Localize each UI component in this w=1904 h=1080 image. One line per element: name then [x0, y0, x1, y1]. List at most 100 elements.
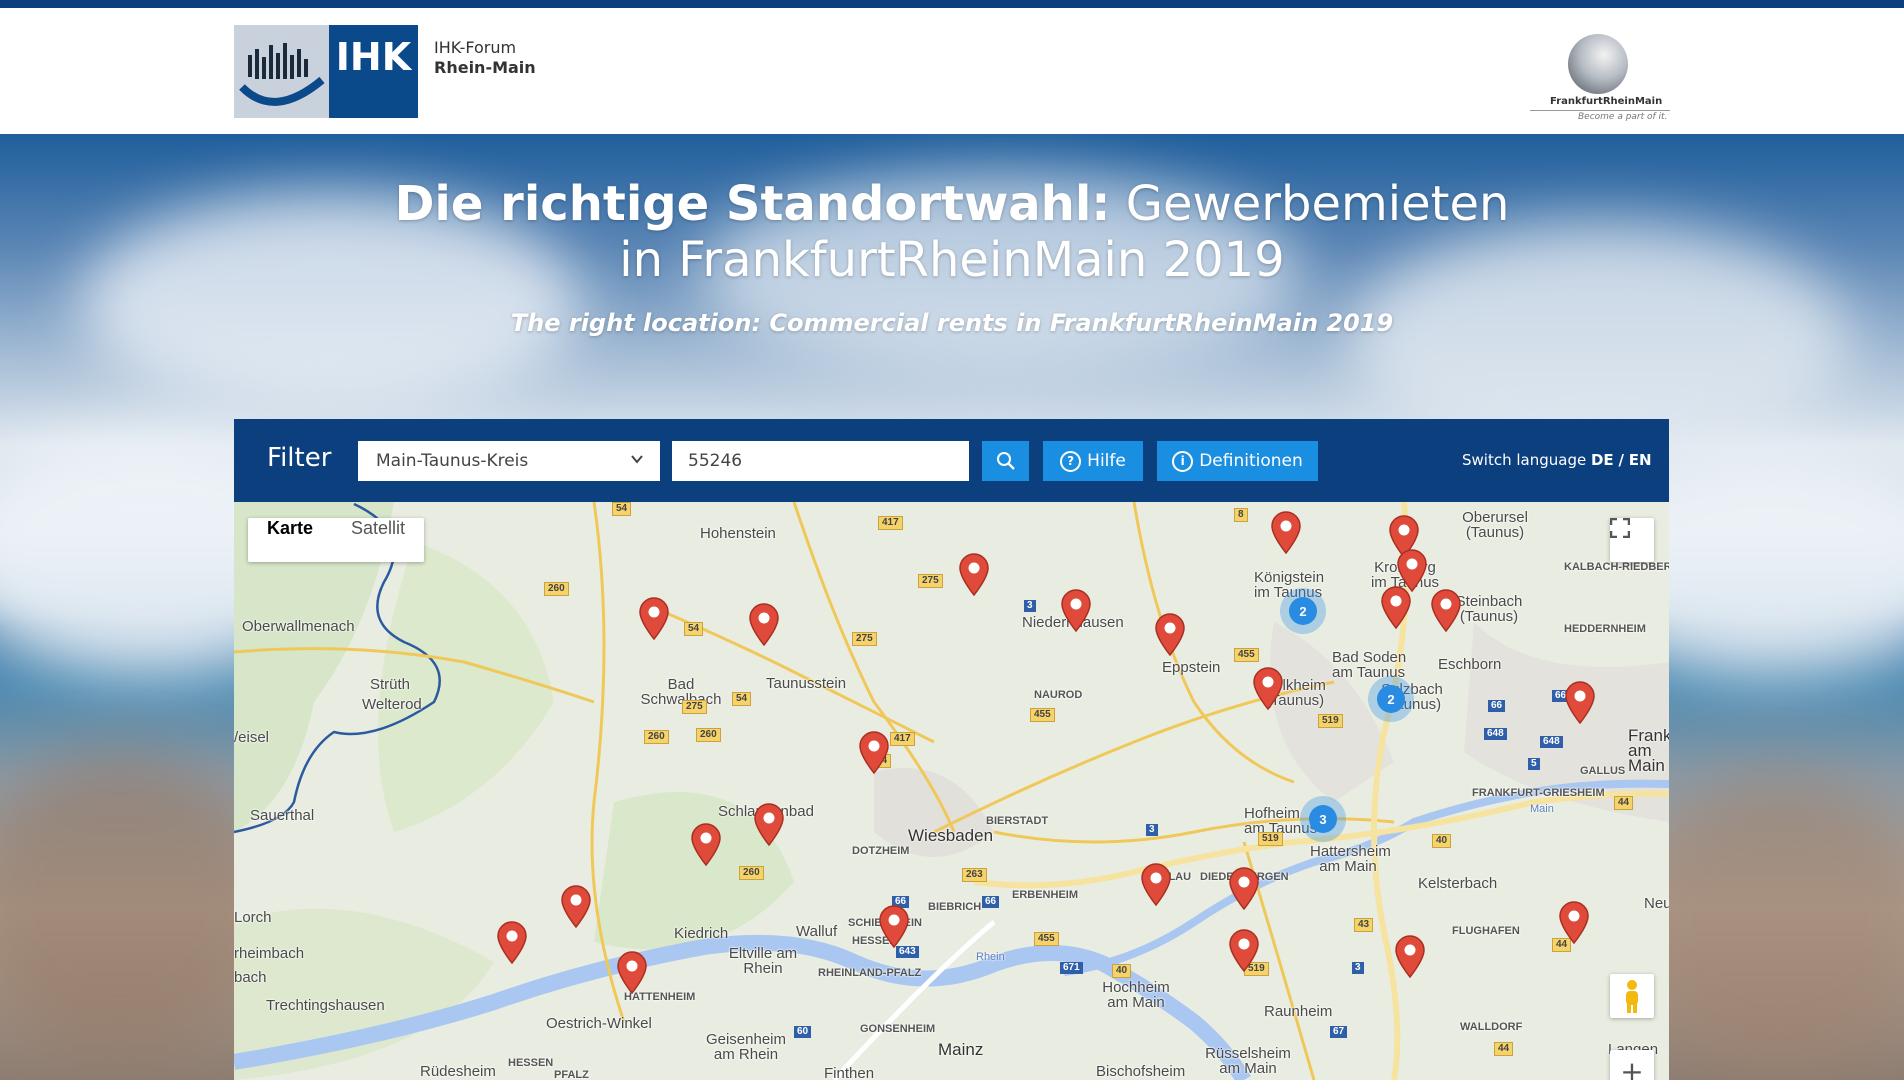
map-type-satellit[interactable]: Satellit [332, 518, 424, 562]
frm-logo-divider [1530, 110, 1670, 111]
page-subtitle: The right location: Commercial rents in … [510, 309, 1394, 337]
filter-bar: Filter Main-Taunus-Kreis ? Hilfe i Defin… [234, 419, 1669, 502]
lang-en-link[interactable]: EN [1629, 451, 1652, 469]
river-label: Main [1530, 803, 1554, 815]
map-pin-icon[interactable] [1394, 934, 1426, 978]
place-label: Rüsselsheim am Main [1205, 1045, 1291, 1077]
place-label: Oberursel (Taunus) [1462, 509, 1528, 541]
ihk-wave-logo-icon [234, 25, 329, 118]
map-pin-icon[interactable] [1564, 680, 1596, 724]
forum-title: IHK-Forum Rhein-Main [434, 38, 536, 78]
district-label: GONSENHEIM [860, 1023, 936, 1035]
definitionen-button-label: Definitionen [1199, 451, 1303, 471]
place-label: Hattersheim am Main [1310, 843, 1391, 875]
top-stripe [0, 0, 1904, 8]
fullscreen-button[interactable] [1610, 518, 1654, 562]
site-header: IHK IHK-Forum Rhein-Main FrankfurtRheinM… [0, 8, 1904, 134]
marker-cluster[interactable]: 3 [1300, 796, 1346, 842]
map-pin-icon[interactable] [1140, 862, 1172, 906]
map-pin-icon[interactable] [958, 552, 990, 596]
place-label: Neu [1644, 895, 1669, 912]
forum-line2: Rhein-Main [434, 58, 536, 77]
pegman-icon [1626, 980, 1638, 1013]
place-label: Raunheim [1264, 1003, 1333, 1020]
help-circle-icon: ? [1060, 450, 1082, 472]
place-label: Kelsterbach [1418, 875, 1498, 892]
map-pin-icon[interactable] [1228, 866, 1260, 910]
place-label: Frankfurt am Main [1628, 726, 1669, 775]
place-label: Kiedrich [674, 925, 729, 942]
place-label: Mainz [938, 1040, 984, 1059]
search-button[interactable] [982, 441, 1029, 481]
cluster-count: 2 [1377, 685, 1405, 713]
map-pin-icon[interactable] [858, 730, 890, 774]
place-label: Wiesbaden [908, 826, 994, 845]
district-label: PFALZ [554, 1069, 589, 1080]
place-label: Hochheim am Main [1102, 979, 1170, 1011]
marker-cluster[interactable]: 2 [1368, 676, 1414, 722]
district-label: HEDDERNHEIM [1564, 623, 1646, 635]
map-pin-icon[interactable] [1252, 666, 1284, 710]
map-pin-icon[interactable] [1270, 510, 1302, 554]
street-view-pegman[interactable] [1610, 974, 1654, 1018]
place-label: Sauerthal [250, 807, 315, 824]
ihk-logo-text: IHK [329, 25, 418, 118]
place-label: Welterod [362, 696, 422, 713]
map-pin-icon[interactable] [1380, 585, 1412, 629]
map-pin-icon[interactable] [1060, 588, 1092, 632]
map-pin-icon[interactable] [1228, 928, 1260, 972]
place-label: Hohenstein [700, 525, 776, 542]
map-pin-icon[interactable] [616, 950, 648, 994]
map-pin-icon[interactable] [638, 596, 670, 640]
filter-label: Filter [267, 443, 332, 473]
map-pin-icon[interactable] [560, 884, 592, 928]
place-label: /eisel [234, 729, 270, 746]
district-label: NAUROD [1034, 689, 1083, 701]
place-label: Strüth [370, 676, 411, 693]
map-pin-icon[interactable] [1558, 900, 1590, 944]
info-circle-icon: i [1172, 450, 1194, 472]
lang-de-link[interactable]: DE [1591, 451, 1614, 469]
map-pin-icon[interactable] [690, 822, 722, 866]
forum-line1: IHK-Forum [434, 38, 517, 57]
ihk-logo[interactable]: IHK [234, 25, 418, 118]
map-type-karte[interactable]: Karte [248, 518, 332, 562]
cluster-count: 2 [1289, 597, 1317, 625]
place-label: Lorch [234, 909, 272, 926]
place-label: Eschborn [1438, 656, 1502, 673]
river-label: Rhein [976, 951, 1005, 963]
place-label: Oberwallmenach [242, 618, 355, 635]
district-label: GALLUS [1580, 765, 1626, 777]
map-pin-icon[interactable] [748, 602, 780, 646]
place-label: rheimbach [234, 945, 305, 962]
place-label: Geisenheim am Rhein [705, 1031, 787, 1063]
map-pin-icon[interactable] [878, 904, 910, 948]
zoom-in-button[interactable]: + [1610, 1050, 1654, 1080]
map-pin-icon[interactable] [496, 920, 528, 964]
frm-logo-name: FrankfurtRheinMain [1550, 96, 1663, 107]
page-title-bold: Die richtige Standortwahl: [394, 176, 1111, 232]
map-pin-icon[interactable] [1430, 588, 1462, 632]
frankfurtrheinmain-logo[interactable]: FrankfurtRheinMain Become a part of it. [1530, 26, 1670, 126]
postal-code-input[interactable] [672, 441, 969, 481]
place-label: Eppstein [1162, 659, 1221, 676]
globe-icon [1568, 34, 1628, 94]
definitionen-button[interactable]: i Definitionen [1157, 441, 1318, 481]
place-label: Oestrich-Winkel [546, 1015, 652, 1032]
district-label: WALLDORF [1460, 1021, 1523, 1033]
hilfe-button-label: Hilfe [1087, 451, 1126, 471]
region-select[interactable]: Main-Taunus-Kreis [358, 441, 660, 481]
region-select-value: Main-Taunus-Kreis [376, 451, 529, 471]
map-pin-icon[interactable] [753, 802, 785, 846]
map-pin-icon[interactable] [1154, 612, 1186, 656]
place-label: Trechtingshausen [266, 997, 385, 1014]
place-label: bach [234, 969, 267, 986]
place-label: Steinbach (Taunus) [1455, 593, 1523, 625]
district-label: FLUGHAFEN [1452, 925, 1520, 937]
hilfe-button[interactable]: ? Hilfe [1043, 441, 1143, 481]
marker-cluster[interactable]: 2 [1280, 588, 1326, 634]
chevron-down-icon [630, 452, 644, 470]
place-label: Bad Soden am Taunus [1332, 649, 1407, 681]
map-view[interactable]: Hohenstein Oberwallmenach Strüth Weltero… [234, 502, 1669, 1080]
place-label: Rüdesheim [420, 1063, 496, 1080]
